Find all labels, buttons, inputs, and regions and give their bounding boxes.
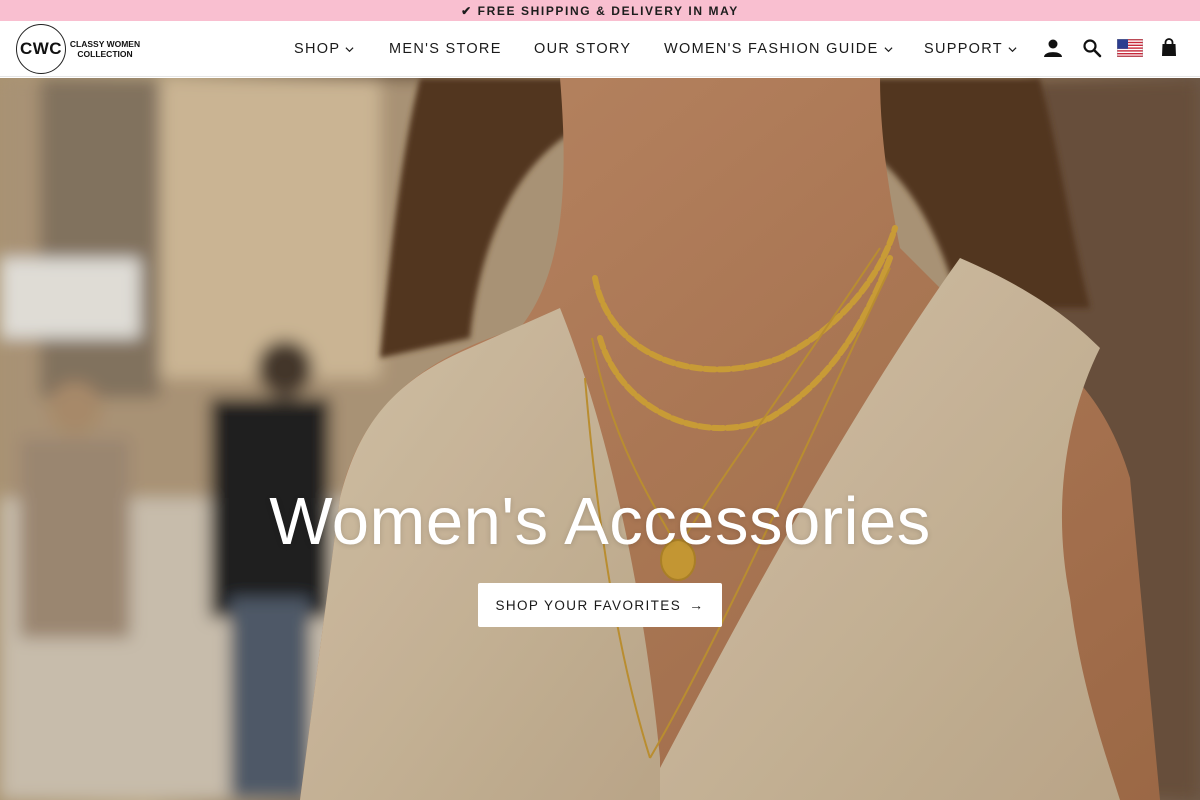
account-button[interactable]: [1040, 35, 1066, 61]
announcement-text: ✔ FREE SHIPPING & DELIVERY IN MAY: [461, 3, 739, 18]
search-icon: [1083, 39, 1102, 58]
nav-our-story[interactable]: OUR STORY: [534, 21, 631, 77]
chevron-down-icon: [884, 46, 893, 52]
nav-shop[interactable]: SHOP: [294, 21, 354, 77]
hero-title: Women's Accessories: [269, 484, 931, 559]
search-button[interactable]: [1079, 35, 1105, 61]
nav-support[interactable]: SUPPORT: [924, 21, 1017, 77]
shop-favorites-button[interactable]: SHOP YOUR FAVORITES →: [478, 583, 722, 627]
main-nav: SHOP MEN'S STORE OUR STORY WOMEN'S FASHI…: [0, 21, 1200, 77]
nav-support-label: SUPPORT: [924, 41, 1003, 57]
chevron-down-icon: [345, 46, 354, 52]
nav-mens-store[interactable]: MEN'S STORE: [389, 21, 502, 77]
site-header: CWC CLASSY WOMEN COLLECTION SHOP MEN'S S…: [0, 21, 1200, 77]
hero-background-image: [0, 78, 1200, 800]
account-icon: [1044, 39, 1062, 57]
cart-button[interactable]: [1156, 35, 1182, 61]
nav-shop-label: SHOP: [294, 41, 341, 57]
us-flag-icon: [1117, 39, 1143, 57]
shop-favorites-label: SHOP YOUR FAVORITES: [495, 597, 682, 613]
chevron-down-icon: [1008, 46, 1017, 52]
nav-fashion-guide[interactable]: WOMEN'S FASHION GUIDE: [664, 21, 893, 77]
cart-bag-icon: [1162, 38, 1176, 56]
nav-fashion-guide-label: WOMEN'S FASHION GUIDE: [664, 41, 879, 57]
hero-banner: Women's Accessories SHOP YOUR FAVORITES …: [0, 78, 1200, 800]
country-selector[interactable]: [1116, 35, 1144, 61]
arrow-right-icon: →: [689, 597, 705, 613]
announcement-bar: ✔ FREE SHIPPING & DELIVERY IN MAY: [0, 0, 1200, 21]
